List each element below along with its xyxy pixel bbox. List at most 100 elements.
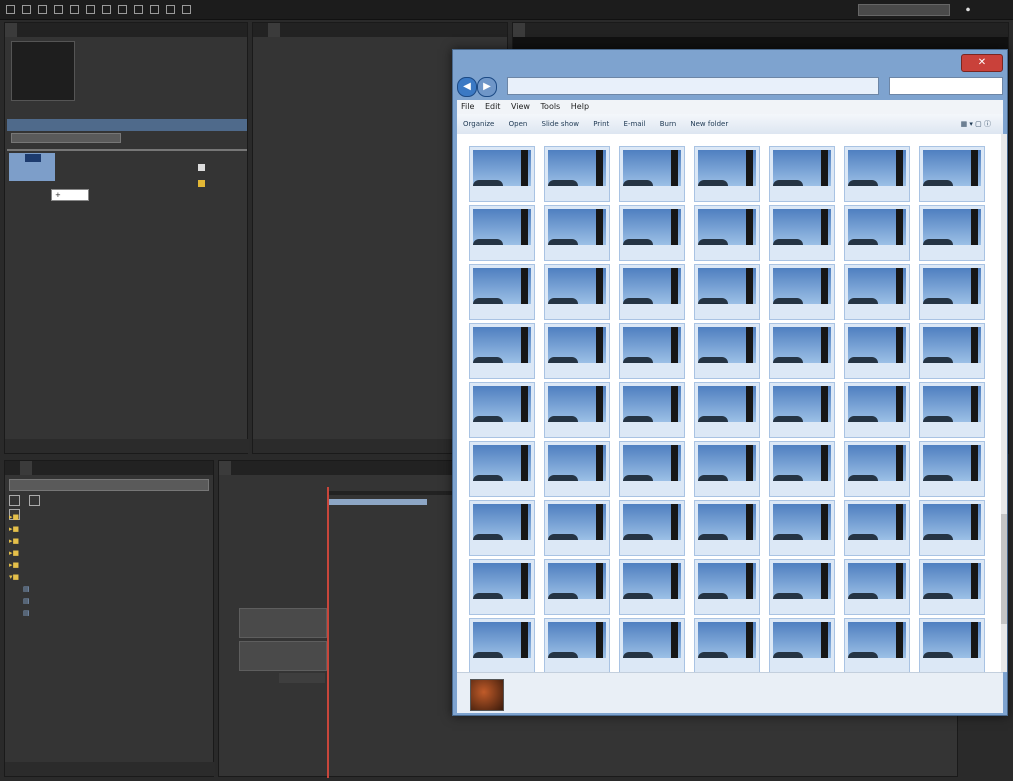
thumbnail-item[interactable] bbox=[619, 500, 685, 556]
tree-item[interactable]: ▸■ bbox=[9, 559, 209, 571]
tab-effect-controls[interactable] bbox=[267, 23, 280, 37]
thumbnail-item[interactable] bbox=[544, 559, 610, 615]
tab-metadata[interactable] bbox=[283, 23, 295, 37]
thumbnail-item[interactable] bbox=[769, 618, 835, 672]
thumbnail-item[interactable] bbox=[469, 618, 535, 672]
search-help-button[interactable]: ⏺ bbox=[966, 3, 1006, 17]
thumbnail-item[interactable] bbox=[619, 382, 685, 438]
menu-edit[interactable]: Edit bbox=[485, 102, 501, 111]
tool-icon[interactable] bbox=[102, 5, 111, 14]
thumbnail-item[interactable] bbox=[919, 323, 985, 379]
thumbnail-item[interactable] bbox=[469, 500, 535, 556]
tool-icon[interactable] bbox=[86, 5, 95, 14]
thumbnail-item[interactable] bbox=[844, 264, 910, 320]
thumbnail-item[interactable] bbox=[619, 618, 685, 672]
thumbnail-item[interactable] bbox=[694, 205, 760, 261]
tool-icon[interactable] bbox=[150, 5, 159, 14]
thumbnail-item[interactable] bbox=[469, 559, 535, 615]
search-input[interactable] bbox=[889, 77, 1003, 95]
new-folder-button[interactable]: New folder bbox=[690, 120, 728, 128]
thumbnail-item[interactable] bbox=[544, 441, 610, 497]
tab-source[interactable] bbox=[253, 23, 265, 37]
audio-track-header[interactable] bbox=[239, 641, 327, 671]
thumbnail-item[interactable] bbox=[919, 618, 985, 672]
thumbnail-item[interactable] bbox=[544, 618, 610, 672]
view-options-icon[interactable]: ▦ ▾ ▢ ⓘ bbox=[961, 114, 991, 134]
burn-button[interactable]: Burn bbox=[660, 120, 676, 128]
thumbnail-item[interactable] bbox=[469, 382, 535, 438]
thumbnail-item[interactable] bbox=[544, 264, 610, 320]
thumbnail-item[interactable] bbox=[769, 441, 835, 497]
timeline-tools[interactable] bbox=[279, 501, 317, 511]
vertical-scrollbar[interactable] bbox=[1001, 134, 1007, 672]
tool-icon[interactable] bbox=[38, 5, 47, 14]
tree-item[interactable]: ▾■ bbox=[9, 571, 209, 583]
tab-program[interactable] bbox=[513, 23, 525, 37]
tree-item[interactable]: ▸■ bbox=[9, 523, 209, 535]
thumbnail-item[interactable] bbox=[919, 146, 985, 202]
menu-view[interactable]: View bbox=[511, 102, 530, 111]
tab-history[interactable] bbox=[35, 461, 47, 475]
thumbnail-item[interactable] bbox=[619, 205, 685, 261]
thumbnail-item[interactable] bbox=[544, 323, 610, 379]
tool-icon[interactable] bbox=[22, 5, 31, 14]
thumbnail-item[interactable] bbox=[919, 500, 985, 556]
thumbnail-item[interactable] bbox=[844, 323, 910, 379]
tool-icon[interactable] bbox=[118, 5, 127, 14]
tool-icon[interactable] bbox=[6, 5, 15, 14]
tab-sequence[interactable] bbox=[219, 461, 231, 475]
thumbnail-item[interactable] bbox=[919, 559, 985, 615]
address-bar[interactable] bbox=[507, 77, 879, 95]
thumbnail-item[interactable] bbox=[544, 500, 610, 556]
thumbnail-item[interactable] bbox=[694, 618, 760, 672]
thumbnail-item[interactable] bbox=[769, 323, 835, 379]
thumbnail-item[interactable] bbox=[769, 500, 835, 556]
menu-file[interactable]: File bbox=[461, 102, 474, 111]
work-area-bar[interactable] bbox=[327, 499, 427, 505]
thumbnail-item[interactable] bbox=[619, 441, 685, 497]
thumbnail-item[interactable] bbox=[919, 382, 985, 438]
tab-resource[interactable] bbox=[20, 23, 32, 37]
tool-icon[interactable] bbox=[134, 5, 143, 14]
tree-subitem[interactable]: ▤ bbox=[9, 583, 209, 595]
thumbnail-item[interactable] bbox=[694, 559, 760, 615]
tab-sequence-2[interactable] bbox=[234, 461, 246, 475]
tree-item[interactable]: ▸■ bbox=[9, 547, 209, 559]
thumbnail-item[interactable] bbox=[919, 205, 985, 261]
thumbnail-item[interactable] bbox=[844, 146, 910, 202]
thumbnail-item[interactable] bbox=[544, 382, 610, 438]
forward-button[interactable]: ▶ bbox=[477, 77, 497, 97]
thumbnail-item[interactable] bbox=[619, 146, 685, 202]
workspace-select[interactable] bbox=[858, 4, 950, 16]
organize-button[interactable]: Organize bbox=[463, 120, 494, 128]
thumbnail-item[interactable] bbox=[694, 500, 760, 556]
tool-icon[interactable] bbox=[70, 5, 79, 14]
thumbnail-item[interactable] bbox=[769, 264, 835, 320]
thumbnail-item[interactable] bbox=[469, 205, 535, 261]
thumbnail-item[interactable] bbox=[694, 264, 760, 320]
thumbnail-item[interactable] bbox=[469, 264, 535, 320]
thumbnail-item[interactable] bbox=[694, 382, 760, 438]
tree-subitem[interactable]: ▤ bbox=[9, 595, 209, 607]
tree-item[interactable]: ▸■ bbox=[9, 511, 209, 523]
video-track-header[interactable] bbox=[239, 608, 327, 638]
tool-icon[interactable] bbox=[166, 5, 175, 14]
thumbnail-item[interactable] bbox=[769, 382, 835, 438]
thumbnail-item[interactable] bbox=[694, 323, 760, 379]
playhead[interactable] bbox=[327, 487, 329, 778]
tab-project[interactable] bbox=[5, 23, 17, 37]
email-button[interactable]: E-mail bbox=[624, 120, 646, 128]
thumbnail-item[interactable] bbox=[844, 382, 910, 438]
effects-view-buttons[interactable] bbox=[9, 495, 59, 520]
thumbnail-item[interactable] bbox=[619, 559, 685, 615]
thumbnail-item[interactable] bbox=[844, 618, 910, 672]
scroll-thumb[interactable] bbox=[1001, 514, 1007, 624]
thumbnail-item[interactable] bbox=[844, 441, 910, 497]
thumbnail-item[interactable] bbox=[694, 441, 760, 497]
thumbnail-item[interactable] bbox=[544, 146, 610, 202]
thumbnail-item[interactable] bbox=[769, 205, 835, 261]
thumbnail-item[interactable] bbox=[919, 264, 985, 320]
thumbnail-item[interactable] bbox=[844, 205, 910, 261]
thumbnail-item[interactable] bbox=[619, 323, 685, 379]
print-button[interactable]: Print bbox=[593, 120, 609, 128]
